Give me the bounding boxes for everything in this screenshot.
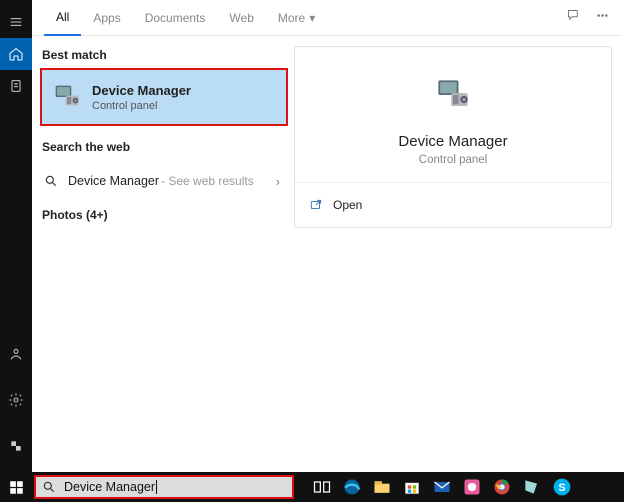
preview-card: Device Manager Control panel Open <box>294 46 612 228</box>
tab-more[interactable]: More ▾ <box>266 0 327 36</box>
device-manager-icon <box>50 80 84 114</box>
left-rail <box>0 0 32 472</box>
tab-all[interactable]: All <box>44 0 81 36</box>
app-pink-icon[interactable] <box>460 475 484 499</box>
search-icon <box>42 480 56 494</box>
store-icon[interactable] <box>400 475 424 499</box>
more-options-icon[interactable] <box>595 8 610 28</box>
task-view-icon[interactable] <box>310 475 334 499</box>
edge-icon[interactable] <box>340 475 364 499</box>
open-icon <box>307 197 325 213</box>
skype-icon[interactable]: S <box>550 475 574 499</box>
app-teal-icon[interactable] <box>520 475 544 499</box>
chevron-down-icon: ▾ <box>309 11 315 25</box>
svg-text:S: S <box>558 482 565 494</box>
preview-pane: Device Manager Control panel Open <box>294 36 622 472</box>
device-manager-icon <box>429 71 477 119</box>
web-result-text: Device Manager <box>68 174 159 188</box>
power-icon[interactable] <box>0 430 32 462</box>
best-match-result[interactable]: Device Manager Control panel <box>40 68 288 126</box>
file-explorer-icon[interactable] <box>370 475 394 499</box>
results-list: Best match Device Manager Control panel … <box>32 36 294 472</box>
preview-title: Device Manager <box>398 133 507 150</box>
best-match-header: Best match <box>40 44 294 68</box>
best-match-subtitle: Control panel <box>92 100 191 112</box>
feedback-icon[interactable] <box>566 8 581 28</box>
hamburger-icon[interactable] <box>0 6 32 38</box>
tab-more-label: More <box>278 11 305 25</box>
chevron-right-icon: › <box>276 174 288 189</box>
user-icon[interactable] <box>0 338 32 370</box>
open-action[interactable]: Open <box>307 193 599 217</box>
tab-apps[interactable]: Apps <box>81 0 132 36</box>
search-panel: All Apps Documents Web More ▾ Best match <box>32 0 622 472</box>
web-search-result[interactable]: Device Manager - See web results › <box>40 164 294 198</box>
mail-icon[interactable] <box>430 475 454 499</box>
home-icon[interactable] <box>0 38 32 70</box>
filter-tabs: All Apps Documents Web More ▾ <box>32 0 622 36</box>
photos-header[interactable]: Photos (4+) <box>40 198 294 232</box>
taskbar: Device Manager S <box>0 472 624 502</box>
gear-icon[interactable] <box>0 384 32 416</box>
search-input[interactable]: Device Manager <box>34 475 294 499</box>
open-label: Open <box>333 198 362 212</box>
chrome-icon[interactable] <box>490 475 514 499</box>
search-web-header: Search the web <box>40 136 294 160</box>
document-icon[interactable] <box>0 70 32 102</box>
web-result-suffix: - See web results <box>161 174 254 188</box>
search-icon <box>42 172 60 190</box>
best-match-title: Device Manager <box>92 83 191 98</box>
tab-documents[interactable]: Documents <box>133 0 218 36</box>
search-value: Device Manager <box>64 480 155 494</box>
start-button[interactable] <box>0 472 32 502</box>
tab-web[interactable]: Web <box>217 0 265 36</box>
preview-subtitle: Control panel <box>419 154 487 166</box>
